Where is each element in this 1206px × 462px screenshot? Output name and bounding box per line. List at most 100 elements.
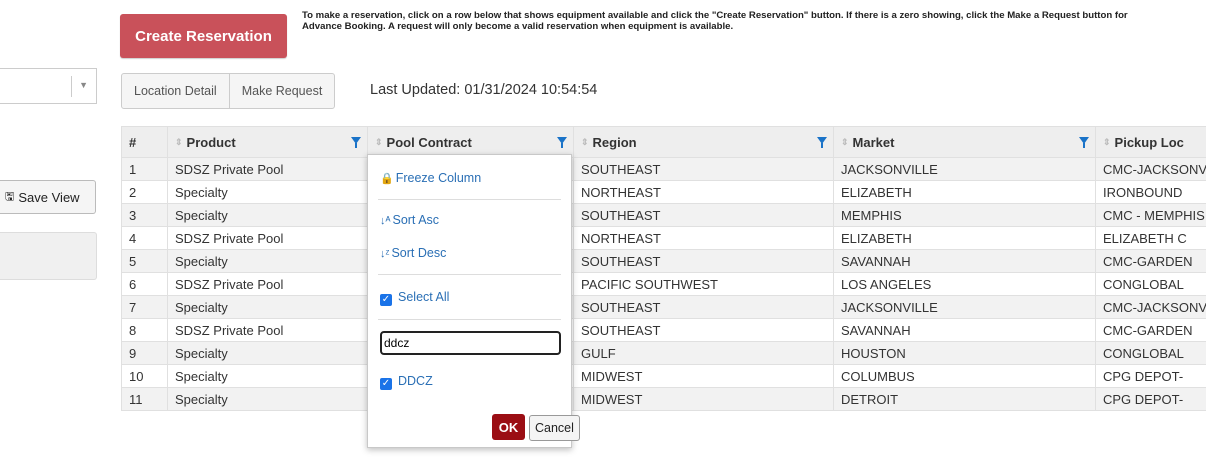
product-cell: SDSZ Private Pool — [167, 157, 368, 181]
pickup-location-cell: CPG DEPOT- — [1095, 387, 1206, 411]
pickup-location-cell: CMC-JACKSONVILLE — [1095, 157, 1206, 181]
market-cell: LOS ANGELES — [833, 272, 1096, 296]
table-row[interactable]: 4 SDSZ Private Pool NORTHEAST ELIZABETH ELIZ… — [121, 226, 1206, 250]
region-cell: SOUTHEAST — [573, 249, 834, 273]
region-cell: NORTHEAST — [573, 226, 834, 250]
filter-icon[interactable] — [557, 136, 567, 148]
region-cell: GULF — [573, 341, 834, 365]
product-cell: Specialty — [167, 295, 368, 319]
pickup-location-cell: CMC-GARDEN — [1095, 318, 1206, 342]
table-row[interactable]: 2 Specialty NORTHEAST ELIZABETH IRONBOUND — [121, 180, 1206, 204]
column-header-number[interactable]: # — [121, 126, 168, 158]
chevron-down-icon[interactable]: ▼ — [79, 80, 88, 90]
row-number: 9 — [121, 341, 168, 365]
table-row[interactable]: 10 Specialty MIDWEST COLUMBUS CPG DEPOT- — [121, 364, 1206, 388]
sort-icon: ⇕ — [1103, 136, 1111, 147]
market-cell: COLUMBUS — [833, 364, 1096, 388]
row-number: 3 — [121, 203, 168, 227]
freeze-column-option[interactable]: 🔒 Freeze Column — [380, 171, 481, 185]
pickup-location-cell: IRONBOUND — [1095, 180, 1206, 204]
market-cell: ELIZABETH — [833, 226, 1096, 250]
product-cell: Specialty — [167, 180, 368, 204]
row-number: 7 — [121, 295, 168, 319]
market-cell: DETROIT — [833, 387, 1096, 411]
row-number: 6 — [121, 272, 168, 296]
market-cell: JACKSONVILLE — [833, 295, 1096, 319]
instructions: To make a reservation, click on a row be… — [302, 10, 1206, 32]
market-cell: SAVANNAH — [833, 318, 1096, 342]
pickup-location-cell: CPG DEPOT- — [1095, 364, 1206, 388]
column-header-pool-contract[interactable]: ⇕ Pool Contract — [367, 126, 574, 158]
pickup-location-cell: CMC-GARDEN — [1095, 249, 1206, 273]
column-header-pickup-location[interactable]: ⇕ Pickup Loc — [1095, 126, 1206, 158]
row-number: 5 — [121, 249, 168, 273]
filter-search-input[interactable] — [380, 331, 561, 355]
region-cell: MIDWEST — [573, 387, 834, 411]
product-cell: Specialty — [167, 341, 368, 365]
sort-desc-option[interactable]: ↓ᶻ Sort Desc — [380, 246, 446, 260]
region-cell: NORTHEAST — [573, 180, 834, 204]
sort-icon: ⇕ — [375, 136, 383, 147]
row-number: 2 — [121, 180, 168, 204]
table-row[interactable]: 1 SDSZ Private Pool SOUTHEAST JACKSONVILLE C… — [121, 157, 1206, 181]
product-cell: SDSZ Private Pool — [167, 226, 368, 250]
column-filter-popup: 🔒 Freeze Column ↓ᴬ Sort Asc ↓ᶻ Sort Desc ✓ S… — [367, 154, 580, 448]
save-icon: 🖫 — [5, 190, 15, 203]
save-view-label: Save View — [18, 189, 80, 205]
market-cell: MEMPHIS — [833, 203, 1096, 227]
table-row[interactable]: 11SpecialtySPECTMIDWESTDETROITCPG DEPOT- — [121, 387, 1206, 411]
view-select[interactable]: ▼ — [0, 68, 97, 104]
table-row[interactable]: 3 Specialty SOUTHEAST MEMPHIS CMC - MEMPHIS — [121, 203, 1206, 227]
region-cell: SOUTHEAST — [573, 318, 834, 342]
row-number: 4 — [121, 226, 168, 250]
filter-icon[interactable] — [1079, 136, 1089, 148]
save-view-button[interactable]: 🖫 Save View — [0, 180, 96, 214]
market-cell: SAVANNAH — [833, 249, 1096, 273]
sort-asc-option[interactable]: ↓ᴬ Sort Asc — [380, 213, 439, 227]
sort-icon: ⇕ — [581, 136, 589, 147]
checkbox-checked-icon: ✓ — [380, 294, 392, 306]
make-request-button[interactable]: Make Request — [228, 74, 335, 108]
product-cell: SDSZ Private Pool — [167, 272, 368, 296]
divider — [378, 319, 561, 320]
availability-table: # ⇕ Product ⇕ Pool Contract ⇕ Region ⇕ Marke… — [121, 126, 1206, 411]
table-row[interactable]: 5 Specialty SOUTHEAST SAVANNAH CMC-GARDEN — [121, 249, 1206, 273]
table-row[interactable]: 9 Specialty GULF HOUSTON CONGLOBAL — [121, 341, 1206, 365]
table-row[interactable]: 7 Specialty SOUTHEAST JACKSONVILLE CMC-JACKS… — [121, 295, 1206, 319]
table-row[interactable]: 6 SDSZ Private Pool PACIFIC SOUTHWEST LOS A… — [121, 272, 1206, 296]
filter-icon[interactable] — [817, 136, 827, 148]
region-cell: SOUTHEAST — [573, 295, 834, 319]
sort-icon: ⇕ — [175, 136, 183, 147]
region-cell: MIDWEST — [573, 364, 834, 388]
product-cell: Specialty — [167, 387, 368, 411]
table-header-row: # ⇕ Product ⇕ Pool Contract ⇕ Region ⇕ Marke… — [121, 126, 1206, 158]
column-header-product[interactable]: ⇕ Product — [167, 126, 368, 158]
region-cell: SOUTHEAST — [573, 157, 834, 181]
lock-icon: 🔒 — [380, 173, 394, 185]
market-cell: HOUSTON — [833, 341, 1096, 365]
column-header-region[interactable]: ⇕ Region — [573, 126, 834, 158]
last-updated: Last Updated: 01/31/2024 10:54:54 — [370, 82, 598, 98]
row-number: 11 — [121, 387, 168, 411]
product-cell: Specialty — [167, 364, 368, 388]
ok-button[interactable]: OK — [492, 414, 525, 440]
market-cell: ELIZABETH — [833, 180, 1096, 204]
region-cell: PACIFIC SOUTHWEST — [573, 272, 834, 296]
cancel-button[interactable]: Cancel — [529, 415, 580, 441]
pickup-location-cell: CMC-JACKSONVILLE — [1095, 295, 1206, 319]
sort-desc-icon: ↓ᶻ — [380, 248, 390, 260]
location-detail-button[interactable]: Location Detail — [122, 74, 229, 108]
pickup-location-cell: CMC - MEMPHIS — [1095, 203, 1206, 227]
table-row[interactable]: 8 SDSZ Private Pool SOUTHEAST SAVANNAH CMC-G… — [121, 318, 1206, 342]
filter-icon[interactable] — [351, 136, 361, 148]
create-reservation-button[interactable]: Create Reservation — [120, 14, 287, 58]
column-header-market[interactable]: ⇕ Market — [833, 126, 1096, 158]
pickup-location-cell: ELIZABETH C — [1095, 226, 1206, 250]
product-cell: Specialty — [167, 203, 368, 227]
product-cell: SDSZ Private Pool — [167, 318, 368, 342]
market-cell: JACKSONVILLE — [833, 157, 1096, 181]
select-all-checkbox[interactable]: ✓ Select All — [380, 290, 449, 306]
filter-option-ddcz[interactable]: ✓ DDCZ — [380, 374, 433, 390]
left-panel — [0, 232, 97, 280]
row-number: 10 — [121, 364, 168, 388]
